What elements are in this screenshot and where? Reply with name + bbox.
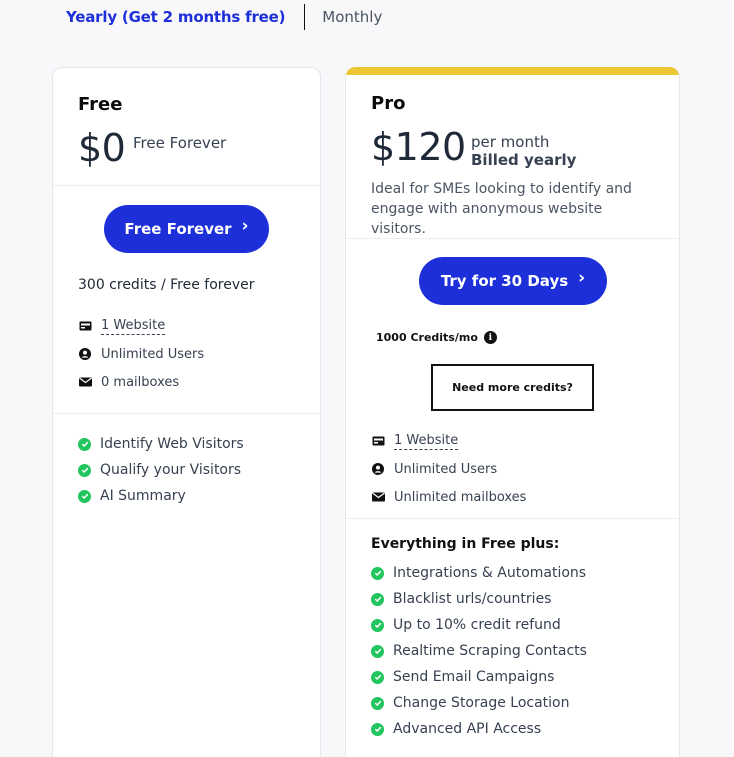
toggle-yearly[interactable]: Yearly (Get 2 months free)	[66, 8, 285, 26]
need-more-credits-button[interactable]: Need more credits?	[431, 364, 594, 411]
price-billing: Billed yearly	[471, 151, 577, 169]
feature-item: Change Storage Location	[371, 690, 587, 716]
feature-label: Qualify your Visitors	[100, 462, 242, 478]
divider	[53, 413, 320, 414]
plan-meta-list: 1 Website Unlimited Users 0 mailboxes	[78, 312, 204, 396]
user-icon	[371, 463, 385, 475]
credits-label: 1000 Credits/mo	[376, 331, 478, 344]
billing-toggle: Yearly (Get 2 months free) Monthly	[66, 4, 382, 30]
meta-item: 1 Website	[78, 312, 204, 340]
credits-text: 1000 Credits/mo i	[376, 331, 497, 344]
feature-label: Integrations & Automations	[393, 565, 587, 581]
meta-item: Unlimited Users	[371, 455, 526, 483]
free-plan-card: Free $0 Free Forever Free Forever › 300 …	[52, 67, 321, 757]
divider	[346, 518, 679, 519]
plan-name: Free	[78, 94, 123, 115]
check-circle-icon	[371, 592, 384, 606]
feature-label: Send Email Campaigns	[393, 669, 555, 685]
meta-item: Unlimited mailboxes	[371, 483, 526, 511]
check-circle-icon	[78, 437, 91, 451]
website-icon	[78, 321, 92, 331]
website-link[interactable]: 1 Website	[101, 318, 166, 335]
credits-text: 300 credits / Free forever	[78, 277, 255, 293]
check-circle-icon	[78, 463, 91, 477]
divider	[346, 238, 679, 239]
check-circle-icon	[371, 722, 384, 736]
feature-item: Send Email Campaigns	[371, 664, 587, 690]
feature-label: AI Summary	[100, 488, 186, 504]
free-forever-button[interactable]: Free Forever ›	[104, 205, 269, 253]
meta-item: Unlimited Users	[78, 340, 204, 368]
feature-label: Advanced API Access	[393, 721, 542, 737]
meta-label: Unlimited Users	[394, 461, 498, 477]
plan-name: Pro	[371, 93, 406, 114]
feature-label: Identify Web Visitors	[100, 436, 244, 452]
info-icon[interactable]: i	[483, 331, 497, 344]
meta-item: 1 Website	[371, 427, 526, 455]
feature-label: Change Storage Location	[393, 695, 570, 711]
check-circle-icon	[371, 566, 384, 580]
toggle-monthly[interactable]: Monthly	[322, 8, 382, 26]
chevron-right-icon: ›	[241, 216, 249, 236]
feature-list: Integrations & Automations Blacklist urls…	[371, 560, 587, 742]
meta-label: Unlimited mailboxes	[394, 489, 527, 505]
feature-label: Up to 10% credit refund	[393, 617, 561, 633]
website-icon	[371, 436, 385, 446]
feature-item: Advanced API Access	[371, 716, 587, 742]
feature-item: Blacklist urls/countries	[371, 586, 587, 612]
mail-icon	[78, 377, 92, 387]
toggle-divider	[304, 4, 306, 30]
feature-list: Identify Web Visitors Qualify your Visito…	[78, 431, 244, 509]
chevron-right-icon: ›	[578, 268, 586, 288]
plan-meta-list: 1 Website Unlimited Users Unlimited mailbo…	[371, 427, 526, 511]
check-circle-icon	[371, 618, 384, 632]
check-circle-icon	[78, 489, 91, 503]
check-circle-icon	[371, 644, 384, 658]
check-circle-icon	[371, 696, 384, 710]
plan-price: $120	[371, 125, 466, 169]
cta-label: Try for 30 Days	[440, 272, 569, 290]
price-note: per month	[471, 133, 550, 151]
plan-description: Ideal for SMEs looking to identify and e…	[371, 181, 632, 237]
feature-item: Qualify your Visitors	[78, 457, 244, 483]
feature-label: Blacklist urls/countries	[393, 591, 552, 607]
try-30-days-button[interactable]: Try for 30 Days ›	[419, 257, 607, 305]
user-icon	[78, 348, 92, 360]
price-note: Free Forever	[133, 134, 227, 152]
meta-label: 0 mailboxes	[101, 374, 180, 390]
pro-plan-card: Pro $120 per month Billed yearly Ideal f…	[345, 67, 680, 757]
cta-label: Free Forever	[124, 220, 232, 238]
feature-item: AI Summary	[78, 483, 244, 509]
website-link[interactable]: 1 Website	[394, 433, 459, 450]
feature-item: Up to 10% credit refund	[371, 612, 587, 638]
mail-icon	[371, 492, 385, 502]
feature-label: Realtime Scraping Contacts	[393, 643, 587, 659]
feature-item: Realtime Scraping Contacts	[371, 638, 587, 664]
feature-item: Identify Web Visitors	[78, 431, 244, 457]
check-circle-icon	[371, 670, 384, 684]
pro-highlight-bar	[346, 67, 679, 75]
meta-label: Unlimited Users	[101, 346, 205, 362]
plan-price: $0	[78, 126, 126, 170]
divider	[53, 185, 320, 186]
meta-item: 0 mailboxes	[78, 368, 204, 396]
feature-item: Integrations & Automations	[371, 560, 587, 586]
features-title: Everything in Free plus:	[371, 536, 560, 552]
